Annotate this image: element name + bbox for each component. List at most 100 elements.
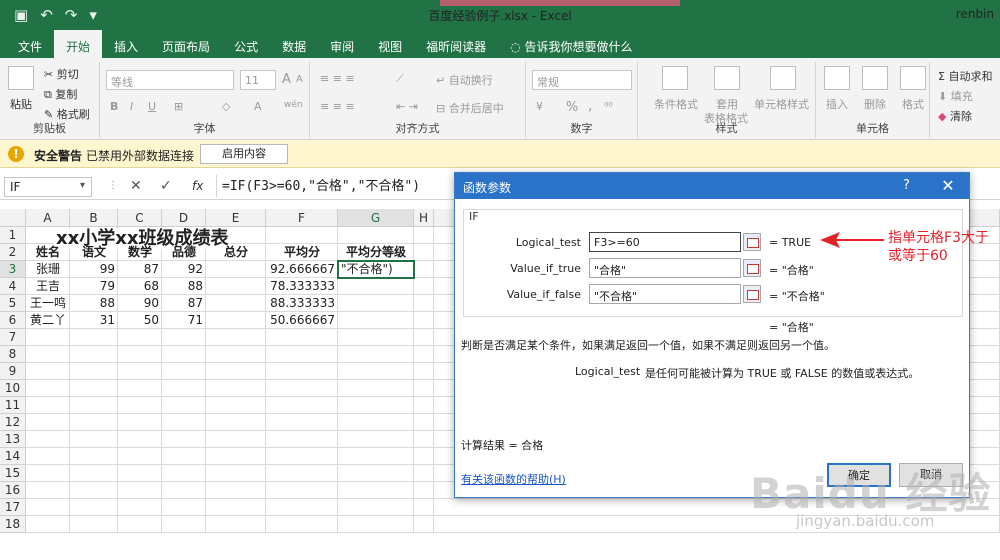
cell[interactable] [26, 431, 70, 448]
data-cell[interactable]: 68 [118, 279, 162, 294]
row-header-14[interactable]: 14 [0, 448, 26, 465]
data-cell[interactable]: 50.666667 [266, 313, 338, 328]
cell[interactable] [118, 414, 162, 431]
column-header-g[interactable]: G [338, 209, 414, 227]
cell[interactable] [338, 448, 414, 465]
cell[interactable] [162, 397, 206, 414]
cell[interactable] [206, 380, 266, 397]
cell[interactable] [162, 448, 206, 465]
data-cell[interactable]: 87 [118, 262, 162, 277]
cell[interactable] [206, 482, 266, 499]
tab-formulas[interactable]: 公式 [222, 30, 270, 58]
cell[interactable] [118, 346, 162, 363]
range-select-icon[interactable] [743, 259, 761, 277]
percent-button[interactable]: % [566, 100, 578, 115]
tab-foxit[interactable]: 福昕阅读器 [414, 30, 498, 58]
row-header-17[interactable]: 17 [0, 499, 26, 516]
number-format-select[interactable]: 常规 [532, 70, 632, 90]
cell[interactable] [162, 516, 206, 533]
data-cell[interactable]: 黄二丫 [26, 313, 70, 328]
cell[interactable] [414, 414, 434, 431]
cell[interactable] [118, 516, 162, 533]
cell[interactable] [338, 397, 414, 414]
cell[interactable] [338, 380, 414, 397]
conditional-format-icon[interactable] [662, 66, 688, 90]
formula-input[interactable]: =IF(F3>=60,"合格","不合格") [222, 175, 420, 194]
row-header-8[interactable]: 8 [0, 346, 26, 363]
cell[interactable] [266, 465, 338, 482]
cell[interactable] [338, 363, 414, 380]
data-cell[interactable]: 88 [70, 296, 118, 311]
cell[interactable] [70, 431, 118, 448]
insert-function-button[interactable]: fx [192, 179, 203, 193]
value-if-true-input[interactable]: "合格" [589, 258, 741, 278]
autosum-button[interactable]: Σ 自动求和 [938, 68, 992, 84]
header-cell[interactable]: 语文 [70, 245, 118, 260]
cell[interactable] [26, 499, 70, 516]
cell[interactable] [414, 261, 434, 278]
cell[interactable] [338, 516, 414, 533]
cell[interactable] [26, 363, 70, 380]
column-header-c[interactable]: C [118, 209, 162, 227]
cell[interactable] [266, 431, 338, 448]
cell[interactable] [206, 448, 266, 465]
indent-icon[interactable]: ⇤ ⇥ [396, 100, 418, 113]
header-cell[interactable]: 总分 [206, 245, 266, 260]
cell[interactable] [338, 346, 414, 363]
column-header-a[interactable]: A [26, 209, 70, 227]
cell[interactable] [118, 363, 162, 380]
cell[interactable] [162, 363, 206, 380]
enable-content-button[interactable]: 启用内容 [200, 144, 288, 164]
cell[interactable] [26, 414, 70, 431]
row-header-5[interactable]: 5 [0, 295, 26, 312]
orientation-icon[interactable]: ⟋ [396, 72, 404, 86]
data-cell[interactable]: 78.333333 [266, 279, 338, 294]
cell[interactable] [414, 499, 434, 516]
formula-bar-splitter[interactable]: ⋮ [108, 180, 118, 191]
cell[interactable] [266, 499, 338, 516]
fill-color-icon[interactable]: ◇ [222, 100, 230, 113]
range-select-icon[interactable] [743, 233, 761, 251]
cell[interactable] [70, 363, 118, 380]
column-header-e[interactable]: E [206, 209, 266, 227]
cell[interactable] [266, 346, 338, 363]
cell[interactable] [26, 465, 70, 482]
cell[interactable] [162, 431, 206, 448]
cell[interactable] [414, 278, 434, 295]
header-cell[interactable]: 品德 [162, 245, 206, 260]
row-header-13[interactable]: 13 [0, 431, 26, 448]
cell[interactable] [414, 465, 434, 482]
merge-center-button[interactable]: ⊟ 合并后居中 [436, 100, 504, 116]
cell[interactable] [206, 516, 266, 533]
cell[interactable] [162, 414, 206, 431]
cell[interactable] [70, 329, 118, 346]
row-header-1[interactable]: 1 [0, 227, 26, 244]
data-cell[interactable]: 92 [162, 262, 206, 277]
cell[interactable] [70, 516, 118, 533]
data-cell[interactable]: 87 [162, 296, 206, 311]
insert-cells-button[interactable]: 插入 [826, 96, 848, 112]
cell[interactable] [70, 380, 118, 397]
fill-button[interactable]: ⬇ 填充 [938, 88, 973, 104]
value-if-false-input[interactable]: "不合格" [589, 284, 741, 304]
row-header-3[interactable]: 3 [0, 261, 26, 278]
cell[interactable] [70, 482, 118, 499]
row-header-16[interactable]: 16 [0, 482, 26, 499]
row-header-7[interactable]: 7 [0, 329, 26, 346]
cell[interactable] [70, 346, 118, 363]
tab-file[interactable]: 文件 [6, 30, 54, 58]
cell[interactable] [118, 465, 162, 482]
cell[interactable] [338, 312, 414, 329]
cell[interactable] [118, 380, 162, 397]
cell[interactable] [206, 261, 266, 278]
cell[interactable] [266, 380, 338, 397]
cell[interactable] [414, 482, 434, 499]
cell[interactable] [266, 516, 338, 533]
grow-font-button[interactable]: A [282, 72, 291, 87]
underline-button[interactable]: U [148, 100, 156, 113]
cell[interactable] [162, 329, 206, 346]
data-cell[interactable]: 88.333333 [266, 296, 338, 311]
format-cells-icon[interactable] [900, 66, 926, 90]
column-header-b[interactable]: B [70, 209, 118, 227]
user-name[interactable]: renbin [956, 7, 994, 21]
